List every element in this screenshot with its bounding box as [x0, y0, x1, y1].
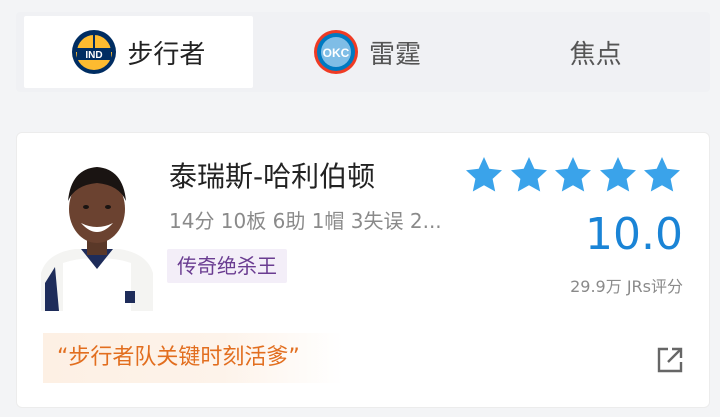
star-icon [466, 157, 502, 192]
player-name: 泰瑞斯-哈利伯顿 [169, 160, 376, 193]
star-icon [555, 157, 591, 192]
share-icon[interactable] [655, 345, 685, 375]
star-icon [510, 157, 547, 192]
star-icon [599, 157, 636, 192]
tab-pacers-label: 步行者 [127, 39, 206, 70]
player-avatar [41, 167, 153, 311]
star-icon [644, 157, 680, 192]
rating-score: 10.0 [585, 209, 683, 260]
svg-text:IND: IND [86, 50, 103, 61]
svg-text:OKC: OKC [323, 46, 350, 60]
tab-focus-label: 焦点 [569, 39, 622, 70]
player-rating-card[interactable]: 泰瑞斯-哈利伯顿 14分 10板 6助 1帽 3失误 2... 传奇绝杀王 10… [16, 132, 710, 408]
rating-votes: 29.9万 JRs评分 [570, 277, 683, 296]
player-tag-badge: 传奇绝杀王 [167, 249, 287, 283]
tab-pacers[interactable]: IND 步行者 [24, 16, 253, 88]
thunder-logo-icon: OKC [314, 30, 358, 74]
team-tabs: IND 步行者 OKC 雷霆 焦点 [16, 12, 710, 92]
player-stats: 14分 10板 6助 1帽 3失误 2... [169, 209, 442, 233]
tab-thunder[interactable]: OKC 雷霆 [253, 16, 482, 88]
rating-stars [464, 155, 687, 195]
pacers-logo-icon: IND [72, 30, 117, 74]
player-quote: “步行者队关键时刻活爹” [43, 333, 343, 383]
tab-thunder-label: 雷霆 [369, 39, 422, 70]
tab-focus[interactable]: 焦点 [481, 16, 710, 88]
